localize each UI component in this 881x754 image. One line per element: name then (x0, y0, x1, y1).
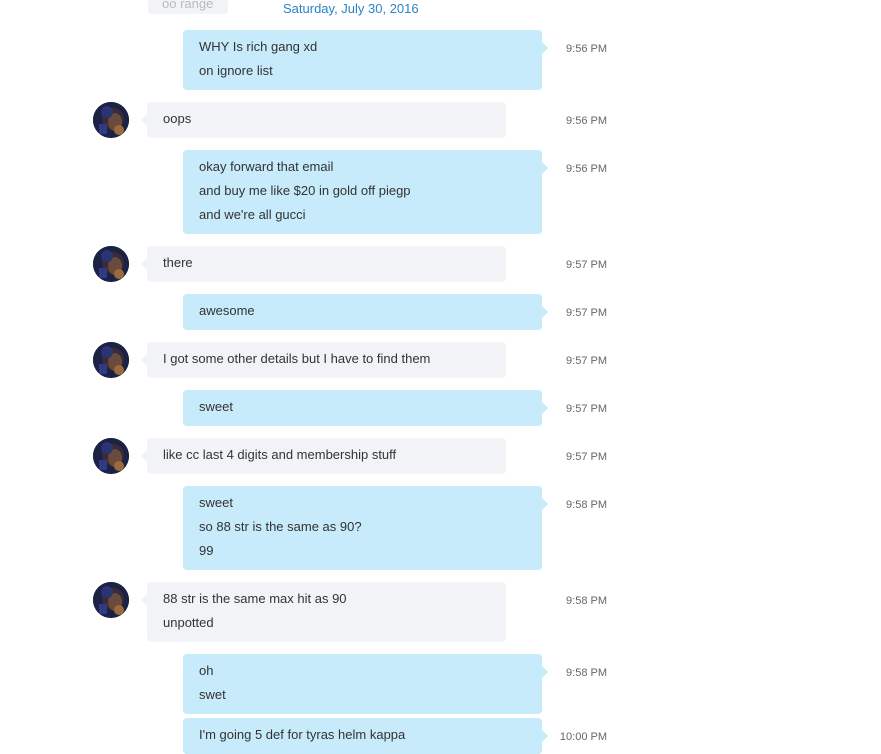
message-text-line: awesome (199, 303, 255, 318)
contact-avatar[interactable] (93, 246, 129, 282)
received-message-bubble[interactable]: I got some other details but I have to f… (141, 342, 506, 378)
message-text-line: okay forward that email (199, 159, 334, 174)
message-text-line: I'm going 5 def for tyras helm kappa (199, 727, 406, 742)
message-text-line: 88 str is the same max hit as 90 (163, 591, 347, 606)
avatar-image-icon (93, 246, 129, 282)
message-timestamp: 9:57 PM (566, 307, 607, 319)
message-text-line: oh (199, 663, 214, 678)
message-text-line: oops (163, 111, 192, 126)
message-text-line: like cc last 4 digits and membership stu… (163, 447, 397, 462)
message-text-line: I got some other details but I have to f… (163, 351, 431, 366)
message-timestamp: 9:57 PM (566, 355, 607, 367)
message-timestamp: 9:56 PM (566, 115, 607, 127)
previous-message-bubble: oo range (148, 0, 228, 14)
sent-message-bubble[interactable]: okay forward that email and buy me like $… (183, 150, 548, 234)
message-timestamp: 9:57 PM (566, 403, 607, 415)
message-text-line: and we're all gucci (199, 207, 306, 222)
received-message-bubble[interactable]: like cc last 4 digits and membership stu… (141, 438, 506, 474)
message-timestamp: 9:58 PM (566, 667, 607, 679)
message-timestamp: 9:58 PM (566, 499, 607, 511)
avatar-image-icon (93, 102, 129, 138)
received-message-bubble[interactable]: 88 str is the same max hit as 90 unpotted (141, 582, 506, 642)
message-text-line: there (163, 255, 193, 270)
message-timestamp: 9:57 PM (566, 259, 607, 271)
sent-message-bubble[interactable]: WHY Is rich gang xd on ignore list (183, 30, 548, 90)
message-text-line: unpotted (163, 615, 214, 630)
message-text-line: sweet (199, 495, 233, 510)
sent-message-bubble[interactable]: awesome (183, 294, 548, 330)
sent-message-bubble[interactable]: sweet (183, 390, 548, 426)
sent-message-bubble[interactable]: sweet so 88 str is the same as 90? 99 (183, 486, 548, 570)
sent-message-bubble[interactable]: I'm going 5 def for tyras helm kappa (183, 718, 548, 754)
received-message-bubble[interactable]: there (141, 246, 506, 282)
contact-avatar[interactable] (93, 342, 129, 378)
message-text-line: and buy me like $20 in gold off piegp (199, 183, 411, 198)
date-header: Saturday, July 30, 2016 (283, 1, 419, 16)
contact-avatar[interactable] (93, 582, 129, 618)
message-text-line: WHY Is rich gang xd (199, 39, 318, 54)
contact-avatar[interactable] (93, 438, 129, 474)
received-message-bubble[interactable]: oops (141, 102, 506, 138)
message-text-line: so 88 str is the same as 90? (199, 519, 362, 534)
contact-avatar[interactable] (93, 102, 129, 138)
avatar-image-icon (93, 582, 129, 618)
message-text-line: swet (199, 687, 226, 702)
message-timestamp: 10:00 PM (559, 731, 607, 743)
message-text-line: on ignore list (199, 63, 273, 78)
avatar-image-icon (93, 342, 129, 378)
message-text-line: 99 (199, 543, 214, 558)
sent-message-bubble[interactable]: oh swet (183, 654, 548, 714)
previous-message-text: oo range (162, 0, 214, 11)
message-timestamp: 9:56 PM (566, 43, 607, 55)
avatar-image-icon (93, 438, 129, 474)
message-timestamp: 9:58 PM (566, 595, 607, 607)
message-timestamp: 9:56 PM (566, 163, 607, 175)
message-timestamp: 9:57 PM (566, 451, 607, 463)
message-text-line: sweet (199, 399, 233, 414)
